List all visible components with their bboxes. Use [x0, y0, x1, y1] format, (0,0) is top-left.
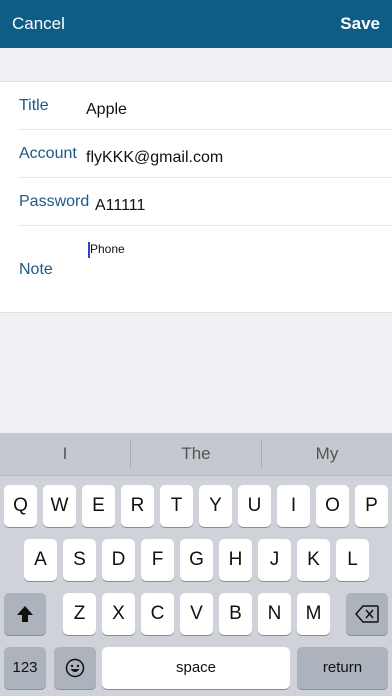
shift-icon — [17, 606, 33, 622]
key-t[interactable]: T — [160, 485, 193, 527]
save-button[interactable]: Save — [340, 14, 380, 34]
key-p[interactable]: P — [355, 485, 388, 527]
return-key[interactable]: return — [297, 647, 388, 689]
emoji-icon — [65, 658, 85, 678]
key-x[interactable]: X — [102, 593, 135, 635]
key-v[interactable]: V — [180, 593, 213, 635]
separator — [19, 177, 392, 178]
keyboard: I The My Q W E R T Y U I O P A S D F G H… — [0, 433, 392, 696]
suggestion-item[interactable]: The — [131, 433, 261, 475]
key-c[interactable]: C — [141, 593, 174, 635]
cancel-button[interactable]: Cancel — [12, 14, 65, 34]
account-field[interactable]: flyKKK@gmail.com — [86, 149, 223, 167]
suggestion-item[interactable]: I — [0, 433, 130, 475]
numbers-key[interactable]: 123 — [4, 647, 46, 689]
key-o[interactable]: O — [316, 485, 349, 527]
key-e[interactable]: E — [82, 485, 115, 527]
key-k[interactable]: K — [297, 539, 330, 581]
key-r[interactable]: R — [121, 485, 154, 527]
key-f[interactable]: F — [141, 539, 174, 581]
backspace-icon — [355, 605, 379, 623]
note-field[interactable]: Phone — [90, 242, 125, 256]
key-s[interactable]: S — [63, 539, 96, 581]
suggestion-bar: I The My — [0, 433, 392, 476]
password-field[interactable]: A11111 — [95, 197, 145, 215]
key-m[interactable]: M — [297, 593, 330, 635]
note-label: Note — [19, 261, 53, 278]
backspace-key[interactable] — [346, 593, 388, 635]
entry-form: Title Apple Account flyKKK@gmail.com Pas… — [0, 81, 392, 313]
nav-bar: Cancel Save — [0, 0, 392, 48]
key-z[interactable]: Z — [63, 593, 96, 635]
key-b[interactable]: B — [219, 593, 252, 635]
key-w[interactable]: W — [43, 485, 76, 527]
key-u[interactable]: U — [238, 485, 271, 527]
suggestion-item[interactable]: My — [262, 433, 392, 475]
key-y[interactable]: Y — [199, 485, 232, 527]
key-a[interactable]: A — [24, 539, 57, 581]
key-q[interactable]: Q — [4, 485, 37, 527]
title-field[interactable]: Apple — [86, 101, 127, 119]
space-key[interactable]: space — [102, 647, 290, 689]
key-g[interactable]: G — [180, 539, 213, 581]
separator — [19, 225, 392, 226]
key-h[interactable]: H — [219, 539, 252, 581]
emoji-key[interactable] — [54, 647, 96, 689]
account-label: Account — [19, 145, 77, 162]
key-j[interactable]: J — [258, 539, 291, 581]
key-i[interactable]: I — [277, 485, 310, 527]
shift-key[interactable] — [4, 593, 46, 635]
separator — [19, 129, 392, 130]
key-n[interactable]: N — [258, 593, 291, 635]
password-label: Password — [19, 193, 90, 210]
key-l[interactable]: L — [336, 539, 369, 581]
title-label: Title — [19, 97, 49, 114]
key-d[interactable]: D — [102, 539, 135, 581]
